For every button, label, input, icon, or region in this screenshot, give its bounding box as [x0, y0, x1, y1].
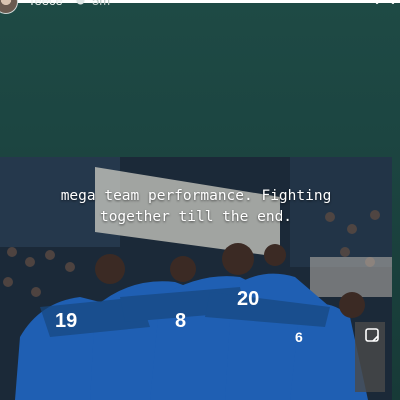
- svg-text:8: 8: [175, 310, 186, 332]
- story-caption: mega team performance. Fighting together…: [0, 186, 392, 228]
- caption-line-1: mega team performance. Fighting: [60, 188, 332, 204]
- svg-text:6: 6: [295, 329, 303, 345]
- svg-text:19: 19: [55, 310, 77, 332]
- sticker-icon[interactable]: [364, 327, 380, 343]
- username[interactable]: Teece: [28, 0, 63, 8]
- caption-line-2: together till the end.: [99, 209, 293, 225]
- timestamp: 5m: [92, 0, 111, 8]
- svg-text:20: 20: [237, 288, 259, 310]
- avatar[interactable]: [0, 0, 18, 14]
- story-header: Teece 5m: [0, 0, 400, 14]
- verified-badge-icon: [76, 0, 85, 5]
- close-icon[interactable]: [374, 0, 396, 6]
